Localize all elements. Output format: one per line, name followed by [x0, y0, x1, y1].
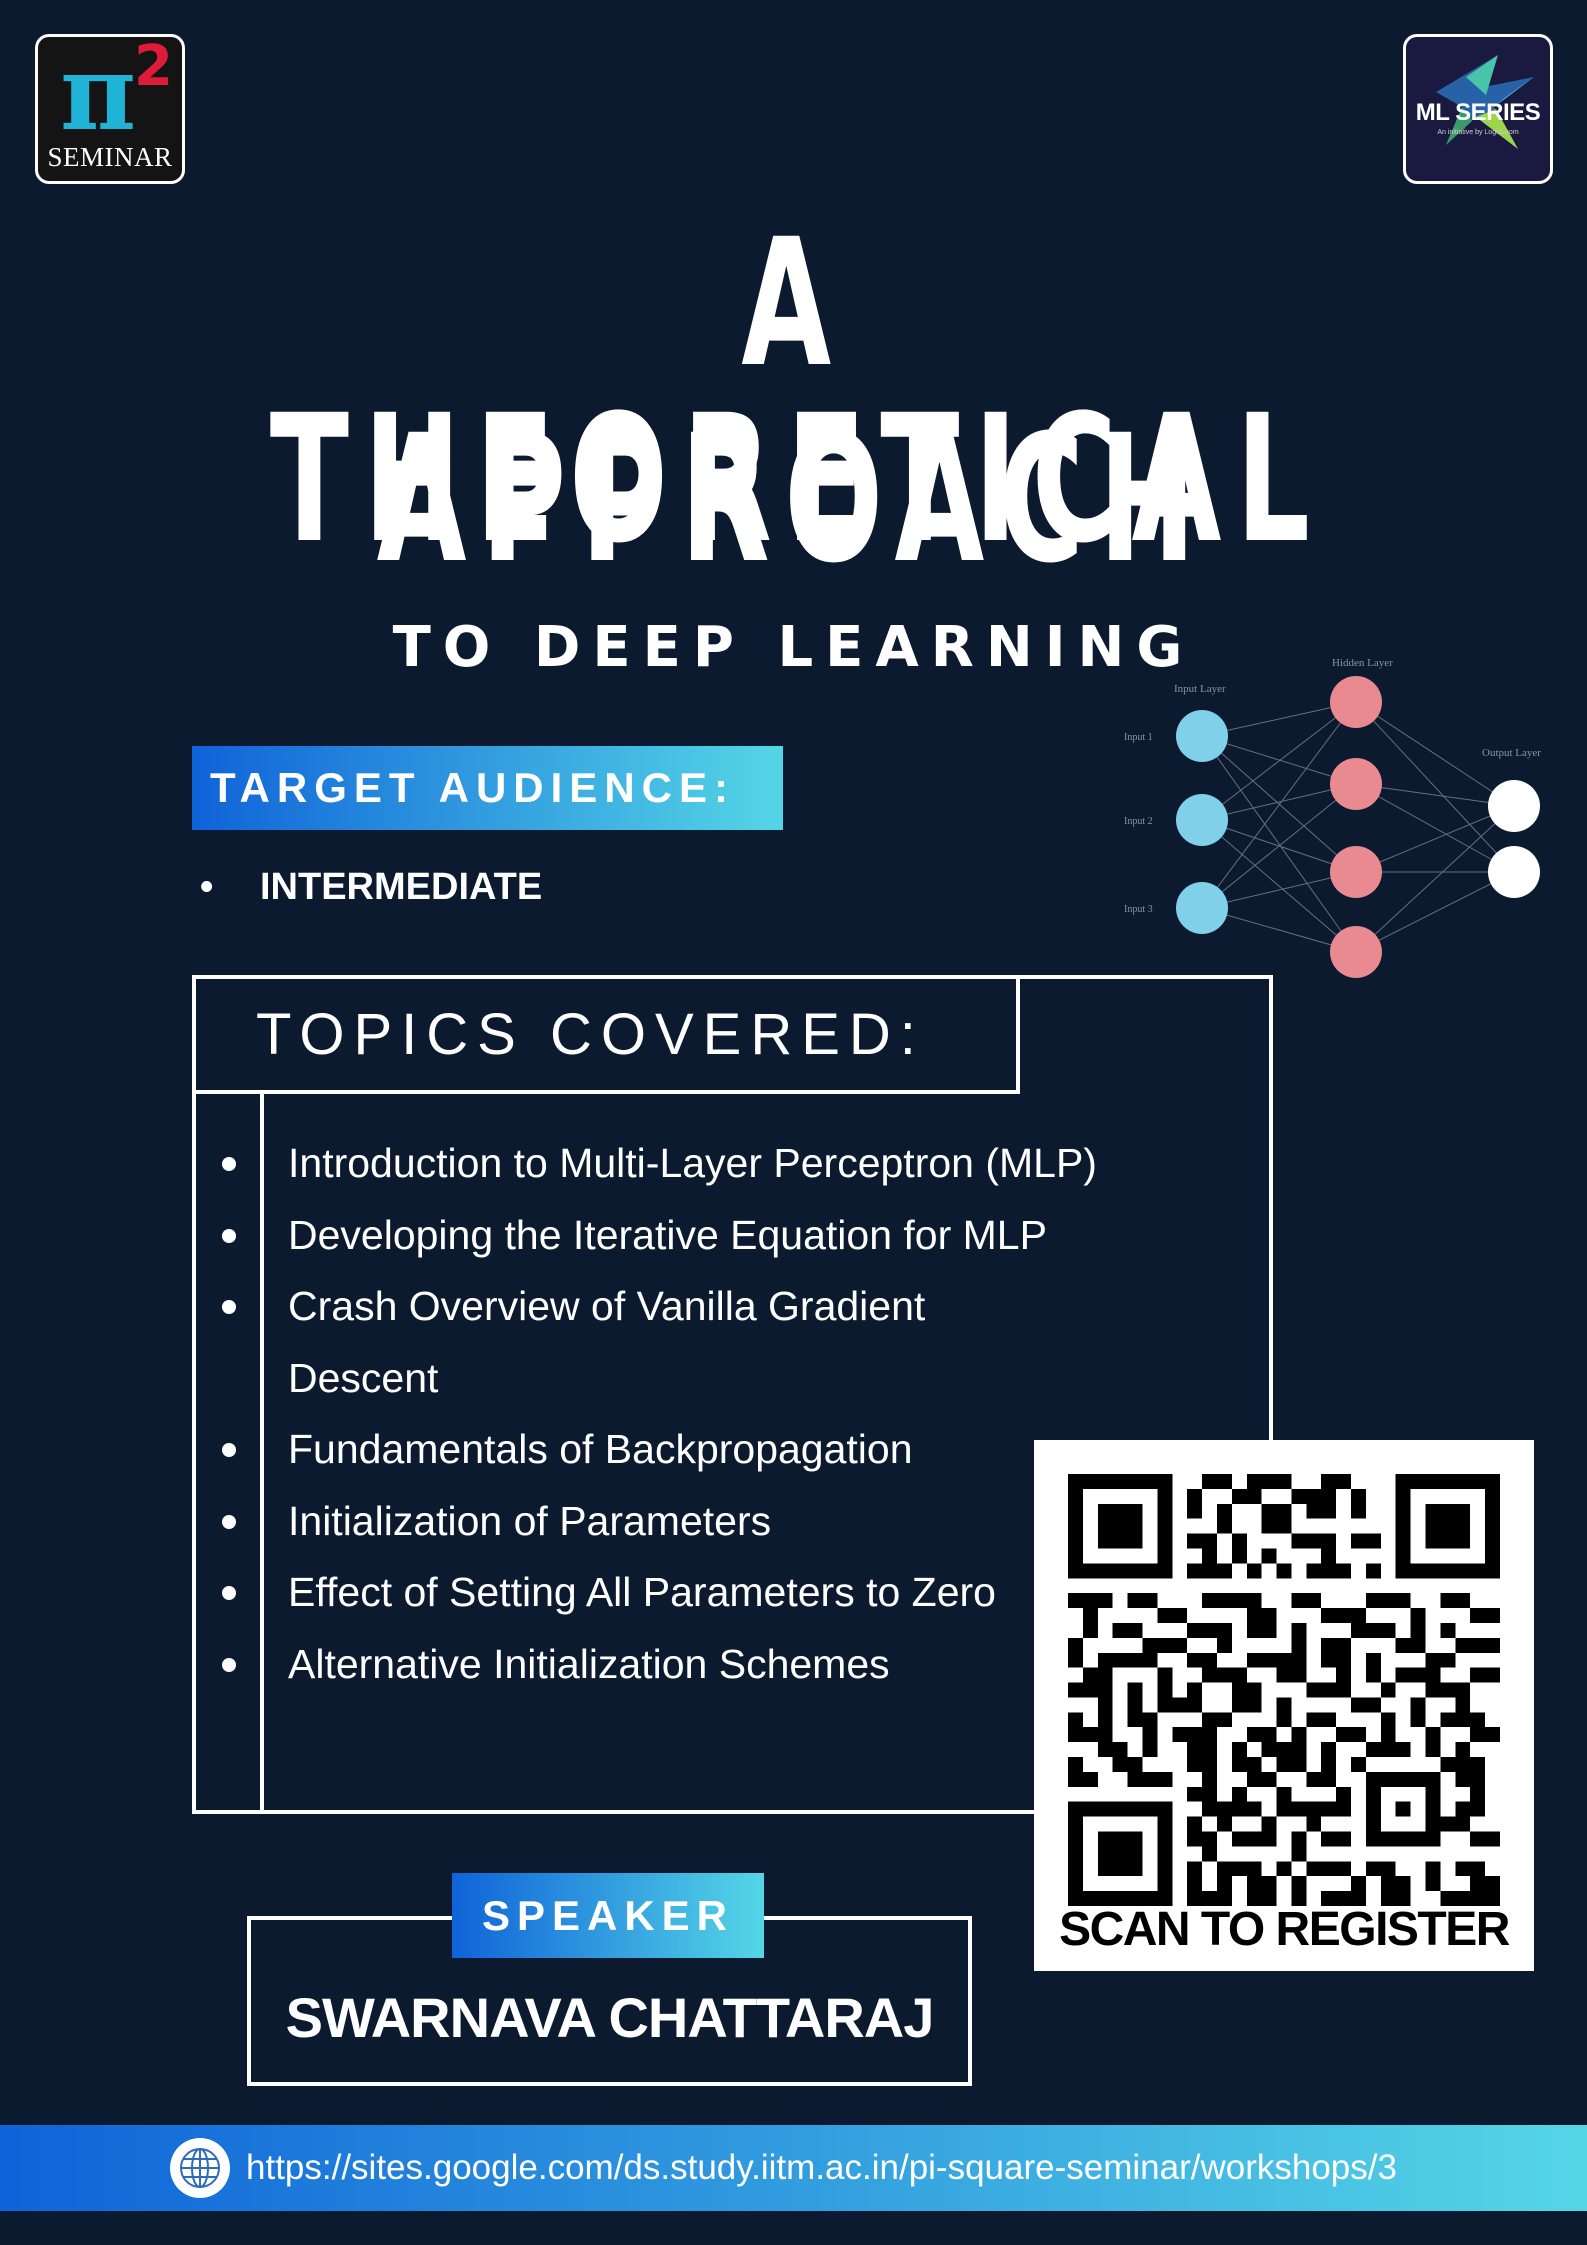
input-node-label: Input 2 — [1124, 816, 1153, 827]
input-node — [1176, 882, 1228, 934]
topic-item: Developing the Iterative Equation for ML… — [210, 1200, 1260, 1272]
ml-series-sublabel: An initiative by LogicLoom — [1437, 129, 1519, 136]
input-node-label: Input 1 — [1124, 732, 1153, 743]
output-layer-label: Output Layer — [1482, 747, 1541, 759]
ml-series-logo: ML SERIES An initiative by LogicLoom — [1403, 34, 1553, 184]
input-node — [1176, 794, 1228, 846]
speaker-label: SPEAKER — [452, 1873, 764, 1958]
hidden-node — [1330, 676, 1382, 728]
audience-item: • INTERMEDIATE — [200, 866, 542, 909]
input-layer-label: Input Layer — [1174, 683, 1226, 695]
hidden-node — [1330, 846, 1382, 898]
bullet-icon: • — [200, 866, 214, 908]
ml-series-label: ML SERIES — [1415, 99, 1541, 126]
scan-to-register-label: SCAN TO REGISTER — [1059, 1903, 1510, 1956]
input-node-label: Input 3 — [1124, 904, 1153, 915]
qr-code-icon[interactable] — [1068, 1474, 1500, 1906]
topics-header: TOPICS COVERED: — [192, 975, 1020, 1094]
hidden-layer-label: Hidden Layer — [1332, 657, 1393, 669]
hidden-node — [1330, 758, 1382, 810]
hidden-node — [1330, 926, 1382, 978]
target-audience-label: TARGET AUDIENCE: — [192, 746, 783, 830]
output-node — [1488, 780, 1540, 832]
topic-item: Crash Overview of Vanilla Gradient Desce… — [210, 1271, 1058, 1414]
audience-item-text: INTERMEDIATE — [260, 866, 543, 908]
pi-square-seminar-logo: π 2 SEMINAR — [35, 34, 185, 184]
register-qr-card[interactable]: SCAN TO REGISTER — [1034, 1440, 1534, 1971]
neural-network-diagram: Input Layer Hidden Layer Output Layer In… — [1124, 657, 1541, 978]
headline-line-2: APPROACH — [376, 397, 1211, 602]
workshop-url-link[interactable]: https://sites.google.com/ds.study.iitm.a… — [246, 2125, 1397, 2211]
globe-icon — [170, 2138, 230, 2198]
seminar-label: SEMINAR — [47, 142, 173, 172]
input-node — [1176, 710, 1228, 762]
network-connections — [1201, 701, 1515, 953]
output-node — [1488, 846, 1540, 898]
speaker-name: SWARNAVA CHATTARAJ — [285, 1986, 935, 2049]
topic-item: Introduction to Multi-Layer Perceptron (… — [210, 1128, 1260, 1200]
footer-bar: https://sites.google.com/ds.study.iitm.a… — [0, 2125, 1587, 2211]
pi-glyph: π — [60, 34, 137, 154]
pi-superscript: 2 — [134, 34, 173, 99]
topic-item: Effect of Setting All Parameters to Zero — [210, 1557, 1048, 1629]
